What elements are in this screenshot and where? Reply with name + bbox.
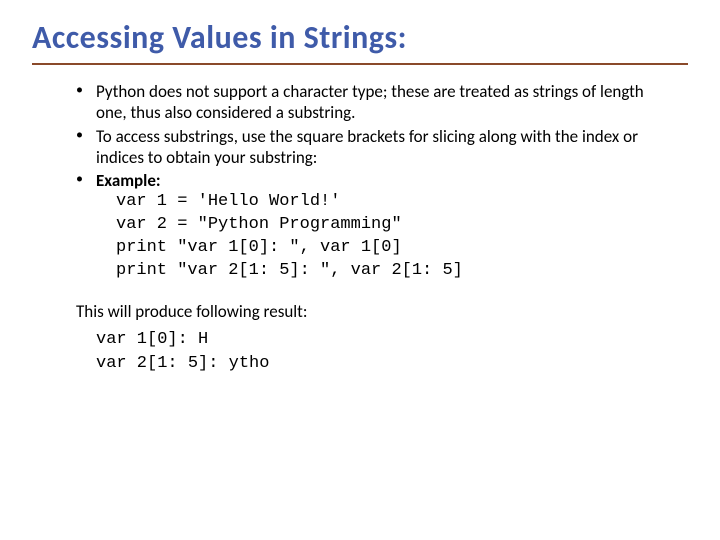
code-line: var 2 = "Python Programming" xyxy=(116,214,668,237)
code-line: print "var 1[0]: ", var 1[0] xyxy=(116,237,668,260)
code-line: print "var 2[1: 5]: ", var 2[1: 5] xyxy=(116,260,668,283)
code-block: var 1 = 'Hello World!' var 2 = "Python P… xyxy=(96,191,668,283)
bullet-item: Example: var 1 = 'Hello World!' var 2 = … xyxy=(76,170,668,283)
result-intro: This will produce following result: xyxy=(76,301,668,322)
example-label: Example: xyxy=(96,170,161,191)
page-title: Accessing Values in Strings: xyxy=(32,18,688,57)
result-line: var 1[0]: H xyxy=(96,328,668,352)
code-line: var 1 = 'Hello World!' xyxy=(116,191,668,214)
bullet-item: Python does not support a character type… xyxy=(76,81,668,124)
result-block: var 1[0]: H var 2[1: 5]: ytho xyxy=(76,328,668,376)
slide: Accessing Values in Strings: Python does… xyxy=(0,0,720,376)
content-area: Python does not support a character type… xyxy=(32,81,688,376)
result-line: var 2[1: 5]: ytho xyxy=(96,352,668,376)
bullet-text: Python does not support a character type… xyxy=(96,81,644,123)
title-divider xyxy=(32,63,688,65)
bullet-list: Python does not support a character type… xyxy=(76,81,668,283)
bullet-text: To access substrings, use the square bra… xyxy=(96,126,638,168)
bullet-item: To access substrings, use the square bra… xyxy=(76,126,668,169)
